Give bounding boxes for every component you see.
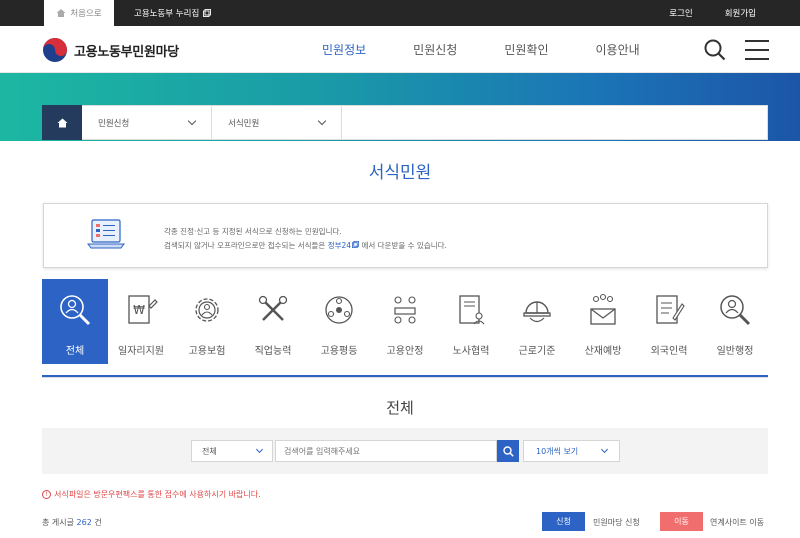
category-tab-accident-prevention[interactable]: 산재예방 — [570, 279, 636, 364]
top-utility-bar: 처음으로 고용노동부 누리집 로그인 회원가입 — [0, 0, 800, 26]
total-count-number: 262 — [76, 518, 92, 527]
category-tab-all[interactable]: 전체 — [42, 279, 108, 364]
breadcrumb: 민원신청 서식민원 — [42, 105, 768, 140]
circle-people-icon — [325, 296, 353, 324]
search-icon — [502, 445, 514, 457]
apply-legend-label: 민원마당 신청 — [593, 518, 640, 527]
info-box: 각종 진정·신고 등 지정된 서식으로 신청하는 민원입니다. 검색되지 않거나… — [43, 203, 768, 268]
breadcrumb-home-button[interactable] — [42, 105, 82, 140]
ministry-portal-link[interactable]: 고용노동부 누리집 — [134, 0, 212, 26]
nav-civil-apply[interactable]: 민원신청 — [413, 41, 457, 58]
move-legend-label: 연계사이트 이동 — [710, 518, 765, 527]
category-tab-employment-insurance[interactable]: 고용보험 — [174, 279, 240, 364]
nav-usage-guide[interactable]: 이용안내 — [596, 41, 640, 58]
search-panel: 전체 10개씩 보기 — [42, 428, 768, 474]
move-legend-button: 이동 — [660, 512, 703, 531]
section-title: 전체 — [386, 399, 414, 417]
alert-circle-icon: ! — [42, 490, 51, 499]
category-tab-general-admin[interactable]: 일반행정 — [702, 279, 768, 364]
document-won-icon: ₩ — [128, 295, 158, 324]
site-logo[interactable]: 고용노동부민원마당 — [42, 37, 179, 63]
home-link-label: 처음으로 — [70, 9, 102, 19]
nav-civil-check[interactable]: 민원확인 — [504, 41, 548, 58]
search-category-value: 전체 — [202, 446, 217, 456]
breadcrumb-level2-label: 서식민원 — [228, 118, 260, 129]
chevron-down-icon — [600, 445, 609, 454]
info-text: 각종 진정·신고 등 지정된 서식으로 신청하는 민원입니다. 검색되지 않거나… — [164, 225, 447, 253]
apply-legend-button: 신청 — [542, 512, 585, 531]
notice-text: 서식파일은 방문우편팩스를 통한 접수에 사용하시기 바랍니다. — [54, 490, 261, 499]
document-person-icon — [459, 295, 485, 325]
category-tab-labor-cooperation[interactable]: 노사협력 — [438, 279, 504, 364]
gov24-link[interactable]: 정부24 — [328, 241, 360, 250]
category-tab-foreign-workforce[interactable]: 외국인력 — [636, 279, 702, 364]
total-count: 총 게시글 262 건 — [42, 518, 102, 527]
login-link[interactable]: 로그인 — [669, 7, 692, 19]
search-input[interactable] — [275, 440, 497, 462]
search-person-icon — [60, 295, 91, 326]
page-size-select[interactable]: 10개씩 보기 — [523, 440, 620, 462]
notice-message: ! 서식파일은 방문우편팩스를 통한 접수에 사용하시기 바랍니다. — [42, 489, 261, 500]
taegeuk-logo-icon — [43, 38, 67, 62]
signup-link[interactable]: 회원가입 — [725, 7, 756, 19]
hardhat-icon — [523, 301, 551, 323]
search-category-select[interactable]: 전체 — [191, 440, 273, 462]
search-icon[interactable] — [704, 39, 726, 61]
chevron-down-icon — [255, 445, 264, 454]
category-tab-employment-equality[interactable]: 고용평등 — [306, 279, 372, 364]
home-icon — [56, 9, 66, 17]
home-icon — [57, 118, 67, 127]
search-person-icon — [720, 295, 751, 326]
section-divider-shadow — [42, 377, 768, 378]
chevron-down-icon — [317, 116, 327, 126]
category-tab-labor-standards[interactable]: 근로기준 — [504, 279, 570, 364]
tools-icon — [258, 295, 288, 321]
document-pen-icon — [656, 295, 685, 324]
external-link-icon — [203, 9, 212, 17]
group-meeting-icon — [394, 296, 416, 324]
breadcrumb-level2-select[interactable]: 서식민원 — [212, 106, 342, 139]
category-tab-job-support[interactable]: ₩ 일자리지원 — [108, 279, 174, 364]
breadcrumb-level1-label: 민원신청 — [98, 118, 130, 129]
page-title: 서식민원 — [368, 163, 432, 183]
portal-link-label: 고용노동부 누리집 — [134, 9, 200, 19]
svg-text:₩: ₩ — [133, 303, 145, 317]
home-link[interactable]: 처음으로 — [44, 0, 114, 26]
nav-civil-info[interactable]: 민원정보 — [322, 41, 366, 58]
mail-people-icon — [590, 293, 616, 325]
site-header: 고용노동부민원마당 민원정보 민원신청 민원확인 이용안내 — [0, 26, 800, 73]
laptop-form-icon — [87, 219, 125, 249]
main-navigation: 민원정보 민원신청 민원확인 이용안내 — [322, 26, 687, 72]
category-tab-employment-stability[interactable]: 고용안정 — [372, 279, 438, 364]
breadcrumb-level1-select[interactable]: 민원신청 — [82, 106, 212, 139]
category-tab-vocational-skills[interactable]: 직업능력 — [240, 279, 306, 364]
external-link-icon — [352, 241, 360, 248]
info-line-2: 검색되지 않거나 오프라인으로만 접수되는 서식들은 정부24 에서 다운받을 … — [164, 241, 447, 250]
chevron-down-icon — [187, 116, 197, 126]
menu-icon[interactable] — [745, 40, 769, 60]
search-submit-button[interactable] — [497, 440, 519, 462]
page-size-value: 10개씩 보기 — [536, 446, 579, 456]
category-tabs: 전체 ₩ 일자리지원 고용보험 직업능력 고용평등 고용안정 노사협력 근로기준… — [42, 279, 768, 364]
info-line-1: 각종 진정·신고 등 지정된 서식으로 신청하는 민원입니다. — [164, 227, 342, 236]
gear-person-icon — [195, 298, 219, 322]
site-name: 고용노동부민원마당 — [74, 44, 179, 60]
